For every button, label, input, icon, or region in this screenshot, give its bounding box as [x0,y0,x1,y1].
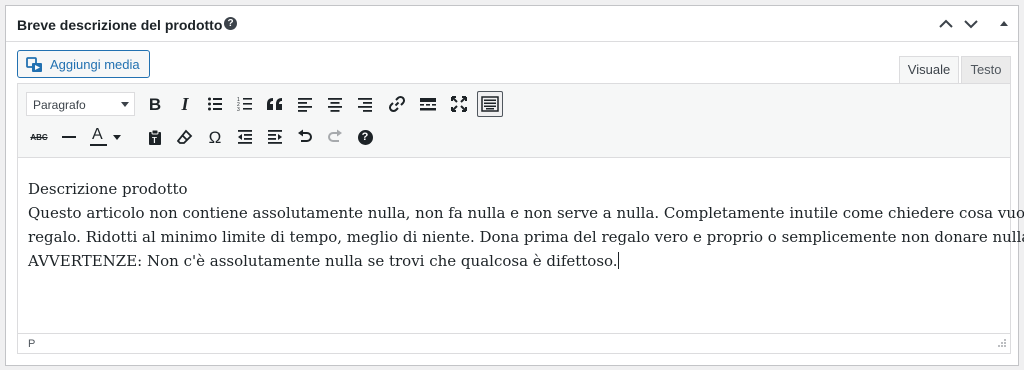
italic-button[interactable]: I [172,91,198,117]
numbered-list-button[interactable]: 123 [232,91,258,117]
outdent-button[interactable] [232,124,258,150]
tab-visual[interactable]: Visuale [899,56,959,84]
strikethrough-button[interactable]: ABC [26,124,52,150]
numbered-list-icon: 123 [237,97,252,112]
keyboard-shortcuts-button[interactable]: ? [352,124,378,150]
read-more-button[interactable] [415,91,441,117]
outdent-icon [238,130,252,144]
bold-icon: B [148,94,162,114]
align-center-button[interactable] [322,91,348,117]
help-icon[interactable]: ? [224,17,237,30]
fullscreen-button[interactable] [446,91,472,117]
content-line: Questo articolo non contiene assolutamen… [28,204,1024,222]
special-char-icon: Ω [208,127,222,147]
horizontal-line-icon [62,136,76,138]
text-cursor [617,252,619,269]
toolbar-toggle-button[interactable] [477,91,503,117]
align-right-button[interactable] [352,91,378,117]
collapse-toggle-icon[interactable] [994,14,1014,34]
indent-button[interactable] [262,124,288,150]
content-line: AVVERTENZE: Non c'è assolutamente nulla … [28,252,618,270]
editor: Paragrafo B I 123 ABC A T Ω ? Descrizion… [17,83,1024,354]
format-select[interactable]: Paragrafo [26,92,135,116]
align-left-button[interactable] [292,91,318,117]
media-icon [26,56,44,79]
horizontal-line-button[interactable] [56,124,82,150]
italic-icon: I [181,94,189,114]
svg-text:3: 3 [237,107,240,112]
content-line: Descrizione prodotto [28,180,188,198]
metabox-title: Breve descrizione del prodotto [17,17,223,33]
undo-icon [298,129,312,142]
fullscreen-icon [451,96,467,112]
svg-text:T: T [152,136,157,145]
bullet-list-button[interactable] [202,91,228,117]
bold-button[interactable]: B [142,91,168,117]
blockquote-button[interactable] [262,91,288,117]
clear-format-icon [177,129,193,144]
paste-text-button[interactable]: T [142,124,168,150]
resize-handle-icon[interactable] [997,338,1007,351]
indent-icon [268,130,282,144]
element-path[interactable]: P [28,338,35,350]
editor-statusbar: P [18,333,1010,353]
paste-text-icon: T [149,129,161,145]
redo-icon [328,129,342,142]
redo-button[interactable] [322,124,348,150]
clear-format-button[interactable] [172,124,198,150]
product-short-description-metabox: Breve descrizione del prodotto ? Aggiung… [5,5,1024,366]
undo-button[interactable] [292,124,318,150]
blockquote-icon [267,98,282,110]
content-line-last: AVVERTENZE: Non c'è assolutamente nulla … [28,249,1000,273]
special-char-button[interactable]: Ω [202,124,228,150]
move-up-icon[interactable] [936,14,956,34]
metabox-header: Breve descrizione del prodotto ? [6,6,1018,42]
add-media-button[interactable]: Aggiungi media [17,50,150,78]
help-icon: ? [357,129,373,145]
align-right-icon [358,98,372,112]
chevron-down-icon [121,102,129,107]
link-icon [388,95,406,113]
toolbar-toggle-icon [481,96,499,112]
align-center-icon [328,98,342,112]
text-color-swatch [90,144,107,146]
strikethrough-icon: ABC [30,132,48,142]
editor-content[interactable]: Descrizione prodotto Questo articolo non… [18,159,1024,333]
move-down-icon[interactable] [961,14,981,34]
align-left-icon [298,98,312,112]
text-color-button[interactable]: A [86,124,124,150]
add-media-label: Aggiungi media [50,57,140,72]
bullet-list-icon [208,97,222,111]
editor-toolbar: Paragrafo B I 123 ABC A T Ω ? [18,84,1010,158]
tab-text[interactable]: Testo [961,56,1011,84]
link-button[interactable] [384,91,410,117]
chevron-down-icon [113,135,121,140]
read-more-icon [420,98,436,111]
format-select-value: Paragrafo [33,98,86,112]
content-line: regalo. Ridotti al minimo limite di temp… [28,228,1024,246]
text-color-icon: A [92,126,103,143]
